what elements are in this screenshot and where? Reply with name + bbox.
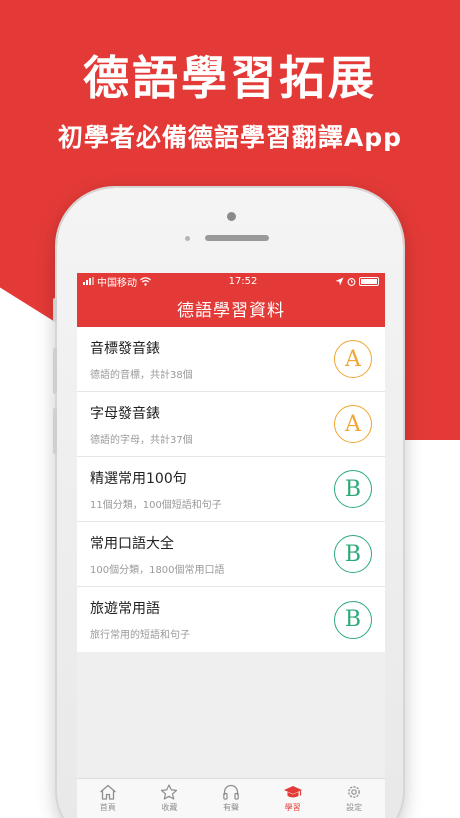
level-a-badge: A <box>334 405 372 443</box>
list-item[interactable]: 精選常用100句 11個分類，100個短語和句子 B <box>77 457 385 522</box>
status-time: 17:52 <box>228 275 258 287</box>
list-item-subtitle: 11個分類，100個短語和句子 <box>90 499 222 511</box>
tab-label: 有聲 <box>222 803 239 812</box>
level-b-badge: B <box>334 535 372 573</box>
tab-study[interactable]: 學習 <box>262 779 324 818</box>
level-b-badge: B <box>334 470 372 508</box>
tab-bar: 首頁 收藏 有聲 學習 設定 <box>77 778 385 818</box>
tab-label: 收藏 <box>161 803 178 812</box>
alarm-clock-icon <box>347 277 356 286</box>
tab-settings[interactable]: 設定 <box>323 779 385 818</box>
promo-title: 德語學習拓展 <box>83 51 377 105</box>
proximity-sensor <box>185 236 190 241</box>
front-camera <box>227 212 236 221</box>
home-icon <box>99 784 116 800</box>
list-item-title: 字母發音錶 <box>90 405 160 422</box>
study-material-list: 音標發音錶 德語的音標，共計38個 A 字母發音錶 德語的字母，共計37個 A … <box>77 327 385 652</box>
gear-icon <box>348 786 361 798</box>
promo-subtitle: 初學者必備德語學習翻譯App <box>57 123 403 152</box>
volume-up-button <box>53 348 57 394</box>
battery-icon <box>358 276 379 286</box>
tab-label: 設定 <box>346 803 363 812</box>
wifi-icon <box>140 276 151 286</box>
list-item-subtitle: 德語的字母，共計37個 <box>90 434 193 446</box>
list-item[interactable]: 音標發音錶 德語的音標，共計38個 A <box>77 327 385 392</box>
level-a-badge: A <box>334 340 372 378</box>
list-item[interactable]: 字母發音錶 德語的字母，共計37個 A <box>77 392 385 457</box>
list-item[interactable]: 旅遊常用語 旅行常用的短語和句子 B <box>77 587 385 652</box>
list-item-subtitle: 100個分類，1800個常用口語 <box>90 564 225 576</box>
nav-title: 德語學習資料 <box>177 300 285 321</box>
signal-icon <box>83 277 94 285</box>
tab-home[interactable]: 首頁 <box>77 779 139 818</box>
list-item[interactable]: 常用口語大全 100個分類，1800個常用口語 B <box>77 522 385 587</box>
location-arrow-icon <box>335 277 344 285</box>
nav-bar: 德語學習資料 <box>77 289 385 327</box>
tab-label: 首頁 <box>99 803 116 812</box>
list-item-title: 常用口語大全 <box>90 535 174 552</box>
mute-switch <box>53 298 57 322</box>
tab-audio[interactable]: 有聲 <box>200 779 262 818</box>
tab-label: 學習 <box>284 803 301 812</box>
tab-favorites[interactable]: 收藏 <box>139 779 201 818</box>
list-item-title: 旅遊常用語 <box>90 601 160 617</box>
carrier-name: 中国移动 <box>97 277 137 289</box>
graduation-cap-icon <box>283 786 302 798</box>
volume-down-button <box>53 408 57 454</box>
status-bar: 中国移动 17:52 <box>77 273 385 289</box>
headphones-icon <box>223 784 239 800</box>
list-item-subtitle: 德語的音標，共計38個 <box>90 369 193 381</box>
list-item-title: 音標發音錶 <box>90 340 160 357</box>
level-b-badge: B <box>334 600 372 639</box>
earpiece-speaker <box>205 235 269 241</box>
list-item-title: 精選常用100句 <box>90 470 187 487</box>
app-screen: 中国移动 17:52 德語學習資料 音標發音錶 德語的音標，共計38個 A 字母… <box>77 273 385 818</box>
list-item-subtitle: 旅行常用的短語和句子 <box>90 630 190 641</box>
star-icon <box>161 784 178 800</box>
